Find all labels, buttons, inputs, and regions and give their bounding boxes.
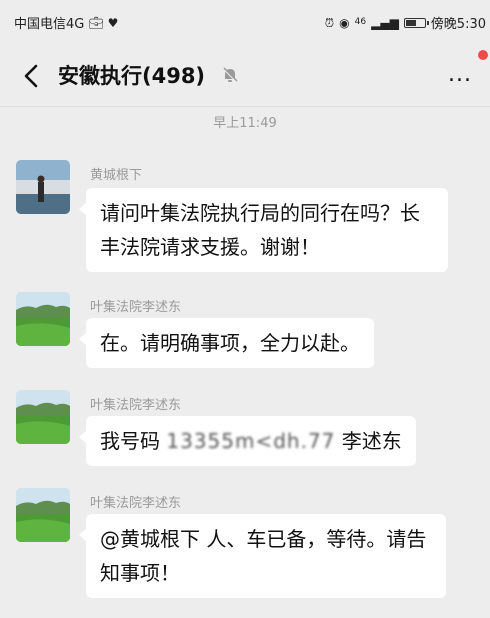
notification-dot (478, 50, 488, 60)
status-right: ⏰︎ ◉ 46 ▂▄▆ 傍晚5:30 (324, 13, 486, 33)
avatar-photo (16, 390, 70, 444)
message-bubble[interactable]: 请问叶集法院执行局的同行在吗？长丰法院请求支援。谢谢！ (79, 188, 448, 272)
more-options-icon[interactable]: ... (448, 62, 472, 87)
message-item: 叶集法院李述东 在。请明确事项，全力以赴。 (0, 290, 490, 370)
status-time: 傍晚5:30 (430, 17, 486, 32)
carrier-label: 中国电信4G (14, 17, 85, 32)
signal-bars-icon: ▂▄▆ (371, 15, 399, 30)
avatar-photo (16, 292, 70, 346)
heart-icon: ♥ (107, 15, 119, 30)
sender-name: 叶集法院李述东 (90, 300, 182, 315)
message-timestamp: 早上11:49 (213, 116, 277, 131)
message-text-prefix: 我号码 (100, 429, 160, 453)
message-item: 黄城根下 请问叶集法院执行局的同行在吗？长丰法院请求支援。谢谢！ (0, 158, 490, 276)
briefcase-icon: 💼︎ (88, 15, 104, 30)
sender-name: 叶集法院李述东 (90, 496, 182, 511)
eye-icon: ◉ (339, 15, 350, 30)
avatar[interactable] (16, 160, 70, 214)
redacted-phone-number: 13355m<dh.77 (166, 429, 336, 453)
message-bubble[interactable]: 在。请明确事项，全力以赴。 (79, 318, 374, 368)
message-item: 叶集法院李述东 我号码 13355m<dh.77 李述东 (0, 388, 490, 468)
message-bubble[interactable]: 我号码 13355m<dh.77 李述东 (79, 416, 416, 466)
avatar-photo (16, 160, 70, 214)
chevron-left-icon[interactable] (18, 62, 46, 90)
avatar[interactable] (16, 292, 70, 346)
message-item: 叶集法院李述东 @黄城根下 人、车已备，等待。请告知事项！ (0, 486, 490, 606)
message-text-suffix: 李述东 (341, 429, 402, 453)
message-bubble[interactable]: @黄城根下 人、车已备，等待。请告知事项！ (79, 514, 446, 598)
avatar[interactable] (16, 390, 70, 444)
message-text: 请问叶集法院执行局的同行在吗？长丰法院请求支援。谢谢！ (100, 201, 420, 259)
message-text: @黄城根下 人、车已备，等待。请告知事项！ (100, 527, 427, 585)
battery-icon (403, 17, 429, 28)
alarm-icon: ⏰︎ (324, 15, 335, 30)
message-text: 在。请明确事项，全力以赴。 (100, 331, 360, 355)
signal-icon: 46 (354, 17, 367, 27)
status-left: 中国电信4G 💼︎ ♥ (14, 13, 119, 33)
status-bar: 中国电信4G 💼︎ ♥ ⏰︎ ◉ 46 ▂▄▆ 傍晚5:30 (0, 0, 490, 44)
avatar-photo (16, 488, 70, 542)
avatar[interactable] (16, 488, 70, 542)
chat-header: 安徽执行(498) ... (0, 44, 490, 107)
bell-off-icon (222, 67, 238, 83)
chat-title: 安徽执行(498) (58, 64, 206, 88)
sender-name: 叶集法院李述东 (90, 398, 182, 413)
sender-name: 黄城根下 (90, 168, 143, 183)
